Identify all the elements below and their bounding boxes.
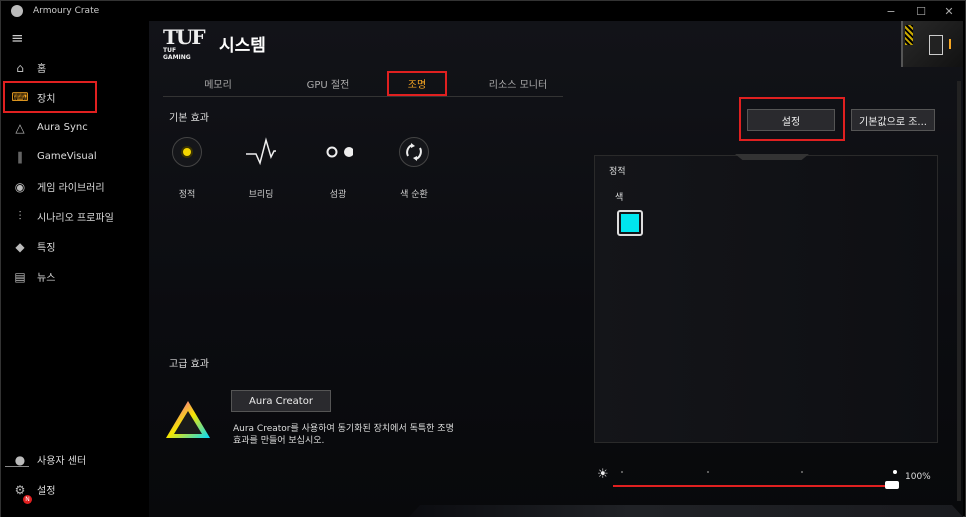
minimize-button[interactable]: − <box>877 1 905 21</box>
tuf-gaming-logo: TUF TUF GAMING <box>163 25 206 61</box>
advanced-effects-title: 고급 효과 <box>169 359 209 370</box>
sidebar-item-label: 특징 <box>37 243 56 254</box>
hamburger-icon[interactable]: ≡ <box>11 29 24 47</box>
sidebar-item-news[interactable]: ▤ 뉴스 <box>5 262 145 291</box>
sidebar-item-label: 뉴스 <box>37 273 56 284</box>
device-thumbnail[interactable] <box>901 21 963 67</box>
strobing-icon <box>323 137 353 167</box>
tab-resource-monitor[interactable]: 리소스 모니터 <box>473 71 563 96</box>
sidebar-item-devices[interactable]: ⌨ 장치 <box>3 81 97 113</box>
settings-button[interactable]: 설정 <box>747 109 835 131</box>
sidebar-item-label: 홈 <box>37 64 47 75</box>
brightness-value: 100% <box>905 472 931 482</box>
tag-icon: ◆ <box>15 239 25 254</box>
brand-label: TUF GAMING <box>163 47 191 61</box>
tab-memory[interactable]: 메모리 <box>183 71 253 96</box>
notification-badge: N <box>23 495 32 504</box>
aura-creator-button[interactable]: Aura Creator <box>231 390 331 412</box>
news-icon: ▤ <box>14 269 26 284</box>
sidebar-item-label: 게임 라이브러리 <box>37 183 105 194</box>
effect-label: 섬광 <box>329 190 347 200</box>
effect-settings-panel: 정적 색 <box>594 154 938 443</box>
effect-label: 브리딩 <box>248 190 274 200</box>
triangle-icon: △ <box>15 120 25 135</box>
effect-color-cycle[interactable]: 색 순환 <box>389 137 439 200</box>
app-logo-icon <box>11 5 23 17</box>
effect-label: 색 순환 <box>400 190 428 200</box>
sidebar-item-label: 설정 <box>37 486 56 497</box>
sliders-icon: ⫶ <box>18 209 22 223</box>
sidebar-item-user-center[interactable]: ● 사용자 센터 <box>5 445 145 474</box>
color-cycle-icon <box>399 137 429 167</box>
slider-handle[interactable] <box>885 481 899 489</box>
brightness-slider[interactable]: ☀ <box>597 467 907 489</box>
aura-creator-description: Aura Creator를 사용하여 동기화된 장치에서 독특한 조명 효과를 … <box>233 424 454 446</box>
sidebar-item-home[interactable]: ⌂ 홈 <box>5 53 145 82</box>
app-window: Armoury Crate − ☐ ✕ ≡ ⌂ 홈 ⌨ 장치 △ Aura Sy… <box>0 0 966 517</box>
sidebar-item-label: Aura Sync <box>37 122 88 133</box>
title-bar: Armoury Crate − ☐ ✕ <box>1 1 965 21</box>
user-icon: ● <box>14 452 26 467</box>
sidebar-item-scenario-profiles[interactable]: ⫶ 시나리오 프로파일 <box>5 202 145 231</box>
sidebar-item-label: 시나리오 프로파일 <box>37 213 114 224</box>
tab-bar: 메모리 GPU 절전 조명 리소스 모니터 <box>163 71 563 97</box>
main-content: TUF TUF GAMING 시스템 메모리 GPU 절전 조명 리소스 모니터… <box>149 21 963 517</box>
tab-gpu-power-saving[interactable]: GPU 절전 <box>283 71 373 96</box>
static-icon <box>172 137 202 167</box>
sidebar-item-gamevisual[interactable]: ∥ GameVisual <box>5 142 145 171</box>
current-effect-label: 정적 <box>609 167 626 177</box>
effect-strobing[interactable]: 섬광 <box>313 137 363 200</box>
color-swatch[interactable] <box>617 210 643 236</box>
breathing-icon <box>246 137 276 167</box>
gamevisual-icon: ∥ <box>17 149 23 164</box>
gamepad-icon: ◉ <box>14 179 26 194</box>
brightness-icon: ☀ <box>597 467 609 482</box>
app-title: Armoury Crate <box>33 6 100 16</box>
tab-lighting[interactable]: 조명 <box>387 71 447 96</box>
sidebar-item-label: GameVisual <box>37 151 97 162</box>
page-title: 시스템 <box>219 36 266 56</box>
basic-effects-title: 기본 효과 <box>169 113 209 124</box>
keyboard-icon: ⌨ <box>11 90 29 104</box>
sidebar-item-featured[interactable]: ◆ 특징 <box>5 232 145 261</box>
effect-breathing[interactable]: 브리딩 <box>236 137 286 200</box>
effect-static[interactable]: 정적 <box>162 137 212 200</box>
reset-defaults-button[interactable]: 기본값으로 조... <box>851 109 935 131</box>
scrollbar[interactable] <box>957 81 961 501</box>
decorative-footer <box>409 505 963 517</box>
color-label: 색 <box>615 193 624 203</box>
sidebar: ≡ ⌂ 홈 ⌨ 장치 △ Aura Sync ∥ GameVisual ◉ 게임… <box>1 21 149 517</box>
maximize-button[interactable]: ☐ <box>907 1 935 21</box>
sidebar-item-game-library[interactable]: ◉ 게임 라이브러리 <box>5 172 145 201</box>
effect-label: 정적 <box>178 190 196 200</box>
home-icon: ⌂ <box>16 60 24 75</box>
sidebar-item-aura-sync[interactable]: △ Aura Sync <box>5 113 145 142</box>
sidebar-item-label: 장치 <box>37 93 56 105</box>
close-button[interactable]: ✕ <box>935 1 963 21</box>
aura-creator-logo <box>165 399 211 439</box>
sidebar-item-label: 사용자 센터 <box>37 456 87 467</box>
